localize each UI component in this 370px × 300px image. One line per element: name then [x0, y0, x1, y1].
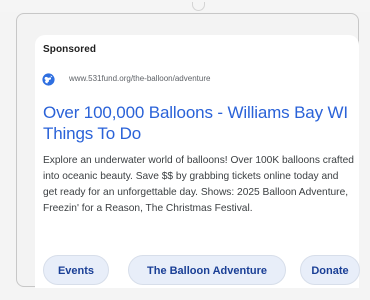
sponsored-ad-card: Sponsored www.531fund.org/the-balloon/ad… [35, 35, 359, 288]
sitelink-chips: Events The Balloon Adventure Donate [19, 255, 360, 289]
sponsored-label: Sponsored [43, 44, 97, 55]
globe-icon [42, 72, 55, 86]
events-chip[interactable]: Events [43, 255, 109, 285]
top-bar [0, 0, 370, 12]
donate-chip[interactable]: Donate [300, 255, 360, 285]
browser-window: Sponsored www.531fund.org/the-balloon/ad… [0, 0, 370, 300]
ad-headline-link[interactable]: Over 100,000 Balloons - Williams Bay WI … [43, 102, 353, 144]
ad-description: Explore an underwater world of balloons!… [43, 155, 354, 214]
ad-url[interactable]: www.531fund.org/the-balloon/adventure [69, 74, 210, 84]
ad-url-row[interactable]: www.531fund.org/the-balloon/adventure [42, 72, 210, 86]
top-notch [192, 2, 205, 11]
balloon-adventure-chip[interactable]: The Balloon Adventure [128, 255, 286, 285]
